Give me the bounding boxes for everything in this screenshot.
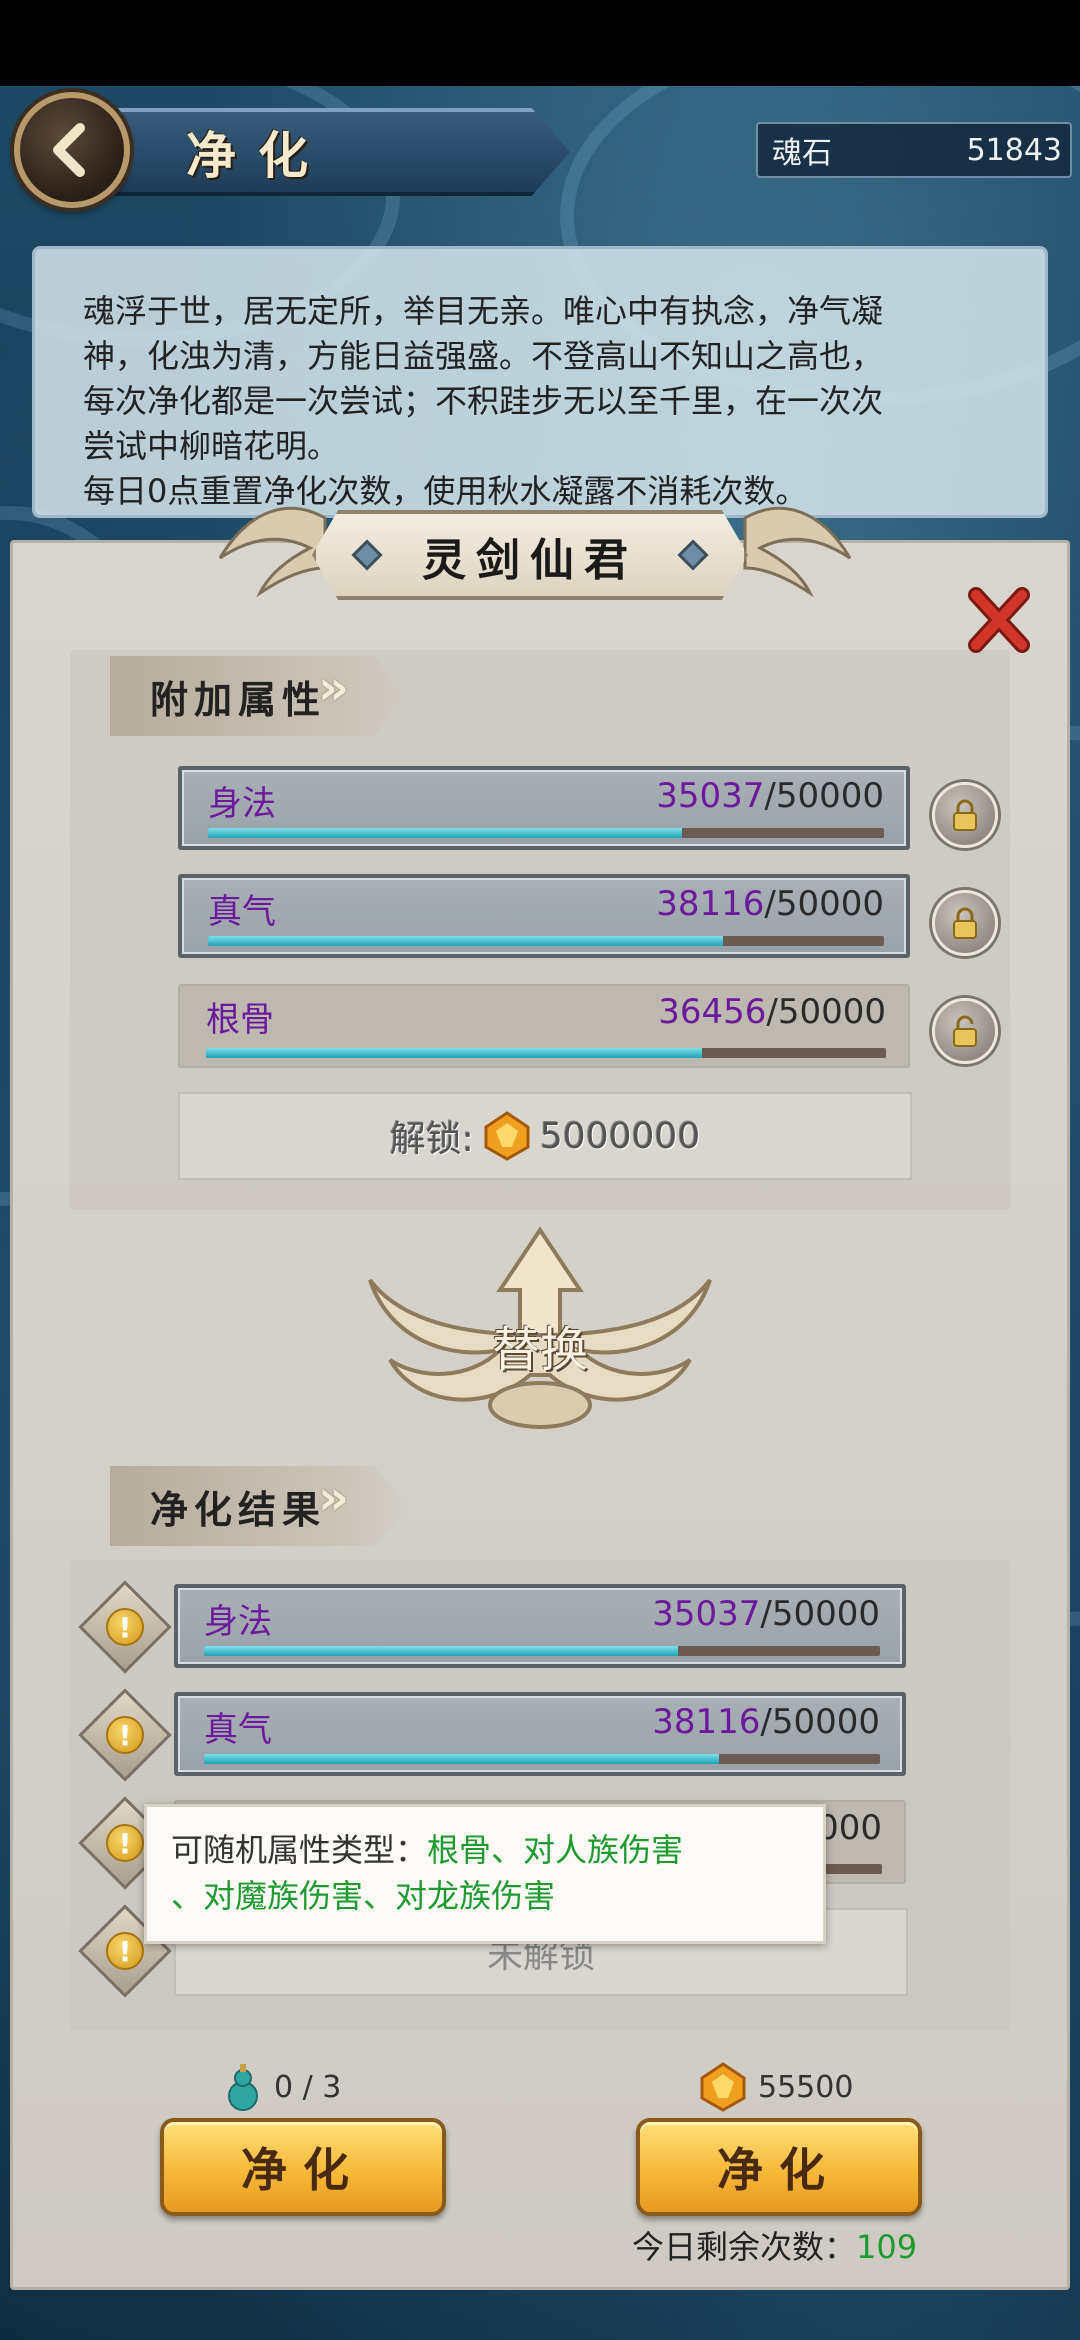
character-name: 灵剑仙君 <box>422 535 638 586</box>
attribute-value: 36456/50000 <box>658 992 886 1032</box>
attribute-progress-bar <box>208 936 884 946</box>
attribute-value: 38116/50000 <box>656 884 884 924</box>
back-arrow-icon <box>53 123 85 177</box>
gem-icon <box>700 2062 746 2112</box>
attribute-name: 真气 <box>208 892 276 932</box>
gem-cost: 55500 <box>758 2069 854 2105</box>
tooltip-line: 可随机属性类型：根骨、对人族伤害 <box>171 1831 684 1869</box>
attribute-row: 根骨 36456/50000 <box>178 984 910 1068</box>
close-icon[interactable] <box>964 585 1034 655</box>
result-row: 真气 38116/50000 <box>174 1692 906 1776</box>
currency-value: 51843 <box>966 132 1062 168</box>
tooltip-line: 、对魔族伤害、对龙族伤害 <box>171 1877 556 1915</box>
page-title: 净化 <box>186 126 330 185</box>
attribute-value: 35037/50000 <box>656 776 884 816</box>
purify-with-potion-button[interactable]: 净化 <box>160 2118 446 2216</box>
result-progress-bar <box>204 1754 880 1764</box>
gourd-icon <box>228 2064 258 2111</box>
replace-label: 替换 <box>491 1322 588 1378</box>
attribute-name: 根骨 <box>206 1000 274 1040</box>
attribute-row: 真气 38116/50000 <box>178 874 910 958</box>
plaque-wing-right <box>743 506 852 598</box>
result-attribute-value: 35037/50000 <box>652 1594 880 1634</box>
attribute-row: 身法 35037/50000 <box>178 766 910 850</box>
lock-icon[interactable] <box>932 890 998 956</box>
unlock-cost-button[interactable]: 解锁: 5000000 <box>178 1092 912 1180</box>
remaining-label: 今日剩余次数： <box>632 2228 857 2266</box>
potion-count: 0 / 3 <box>274 2069 342 2105</box>
attribute-name: 身法 <box>208 784 276 824</box>
attribute-type-tooltip: 可随机属性类型：根骨、对人族伤害 、对魔族伤害、对龙族伤害 <box>144 1804 826 1944</box>
lock-icon[interactable] <box>932 782 998 848</box>
status-bar <box>0 0 1080 86</box>
currency-label: 魂石 <box>772 136 832 171</box>
unlock-cost-value: 5000000 <box>539 1115 701 1157</box>
attributes-section-title: 附加属性 <box>150 676 327 722</box>
potion-counter: 0 / 3 <box>222 2062 341 2112</box>
result-attribute-value: 38116/50000 <box>652 1702 880 1742</box>
attribute-progress-bar <box>208 828 884 838</box>
gem-cost-display: 55500 <box>698 2062 853 2112</box>
purify-with-gem-button[interactable]: 净化 <box>636 2118 922 2216</box>
attribute-progress-bar <box>206 1048 886 1058</box>
title-banner <box>90 108 570 196</box>
unlock-icon[interactable] <box>932 998 998 1064</box>
result-attribute-value: 000 <box>817 1808 882 1848</box>
unlock-label: 解锁: <box>389 1119 474 1160</box>
currency-display: 魂石 51843 <box>756 122 1072 178</box>
result-section-tab: 净化结果 <box>110 1466 410 1546</box>
result-progress-bar <box>204 1646 880 1656</box>
description-line: 魂浮于世，居无定所，举目无亲。唯心中有执念，净气凝 <box>83 292 884 330</box>
description-line: 神，化浊为清，方能日益强盛。不登高山不知山之高也， <box>83 337 884 375</box>
result-section-title: 净化结果 <box>150 1486 327 1532</box>
chevron-right-icon: » <box>318 660 349 716</box>
gem-icon <box>484 1111 530 1161</box>
remaining-count: 今日剩余次数：109 <box>632 2222 917 2268</box>
back-button[interactable] <box>14 92 130 208</box>
remaining-value: 109 <box>856 2228 918 2266</box>
chevron-right-icon: » <box>318 1470 349 1526</box>
description-panel: 魂浮于世，居无定所，举目无亲。唯心中有执念，净气凝 神，化浊为清，方能日益强盛。… <box>32 246 1048 518</box>
result-row: 身法 35037/50000 <box>174 1584 906 1668</box>
description-line: 每次净化都是一次尝试；不积跬步无以至千里，在一次次 <box>83 382 884 420</box>
attributes-section-tab: 附加属性 <box>110 656 410 736</box>
description-line: 尝试中柳暗花明。 <box>83 427 340 465</box>
result-attribute-name: 身法 <box>204 1602 272 1642</box>
result-attribute-name: 真气 <box>204 1710 272 1750</box>
